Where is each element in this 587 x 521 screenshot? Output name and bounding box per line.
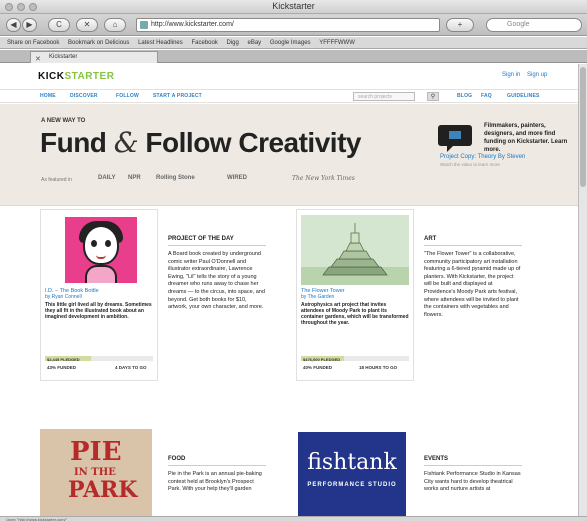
nav-start-project[interactable]: START A PROJECT bbox=[153, 93, 202, 99]
time-left: 4 DAYS TO GO bbox=[115, 365, 147, 370]
video-play-icon[interactable] bbox=[438, 125, 472, 152]
funded-percent: 40% FUNDED bbox=[303, 365, 333, 370]
site-favicon-icon bbox=[140, 21, 148, 29]
browser-toolbar: ◀ ▶ C ✕ ⌂ http://www.kickstarter.com/ + … bbox=[0, 14, 587, 36]
project-blurb: This little girl lived all by dreams. So… bbox=[45, 302, 152, 320]
section-heading: FOOD bbox=[168, 456, 266, 466]
bookmark-item[interactable]: Share on Facebook bbox=[7, 40, 59, 46]
project-image[interactable] bbox=[301, 215, 409, 285]
project-image[interactable] bbox=[45, 215, 153, 285]
park-word: PARK bbox=[68, 477, 138, 503]
nav-discover[interactable]: DISCOVER bbox=[70, 93, 98, 99]
press-logo: The New York Times bbox=[292, 175, 355, 182]
headline-fund: Fund bbox=[40, 127, 107, 158]
project-card[interactable]: I.D. – The Book Bottle by Ryan Connell T… bbox=[40, 209, 158, 381]
tab-label: Kickstarter bbox=[49, 54, 78, 60]
performance-studio-word: PERFORMANCE STUDIO bbox=[307, 482, 397, 488]
section-description: Pie in the Park is an annual pie-baking … bbox=[168, 471, 262, 493]
video-description: Filmmakers, painters, designers, and mor… bbox=[484, 123, 568, 153]
project-image[interactable]: PIE IN THE PARK bbox=[40, 429, 152, 516]
project-card[interactable]: fishtank PERFORMANCE STUDIO bbox=[298, 432, 416, 516]
pie-word: PIE bbox=[70, 437, 122, 467]
nav-home[interactable]: HOME bbox=[40, 93, 56, 99]
section-description: Fishtank Performance Studio in Kansas Ci… bbox=[424, 471, 521, 493]
project-card[interactable]: The Flower Tower by The Garden Astrophys… bbox=[296, 209, 414, 381]
headline-ampersand: & bbox=[113, 126, 139, 159]
funded-percent: 43% FUNDED bbox=[47, 365, 77, 370]
forward-button[interactable]: ▶ bbox=[22, 18, 37, 32]
time-left: 18 HOURS TO GO bbox=[359, 365, 398, 370]
hero-banner: A NEW WAY TO Fund & Follow Creativity As… bbox=[0, 104, 578, 206]
project-image[interactable]: fishtank PERFORMANCE STUDIO bbox=[298, 432, 406, 516]
section-heading: PROJECT OF THE DAY bbox=[168, 236, 266, 246]
bookmarks-bar: Share on Facebook Bookmark on Delicious … bbox=[0, 37, 587, 49]
logo-kick-text: KICK bbox=[38, 71, 65, 82]
bookmark-item[interactable]: Latest Headlines bbox=[138, 40, 183, 46]
nav-blog[interactable]: BLOG bbox=[457, 93, 472, 99]
home-button[interactable]: ⌂ bbox=[104, 18, 126, 32]
nav-faq[interactable]: FAQ bbox=[481, 93, 492, 99]
hero-tagline: A NEW WAY TO bbox=[41, 118, 86, 124]
press-logo: Rolling Stone bbox=[156, 175, 195, 181]
scrollbar-thumb[interactable] bbox=[580, 67, 586, 187]
bookmark-item[interactable]: Digg bbox=[226, 40, 238, 46]
tab-kickstarter[interactable]: ✕ Kickstarter bbox=[30, 51, 158, 63]
nav-follow[interactable]: FOLLOW bbox=[116, 93, 139, 99]
bookmark-item[interactable]: YFFFFWWW bbox=[319, 40, 355, 46]
fishtank-word: fishtank bbox=[307, 450, 397, 475]
section-heading: ART bbox=[424, 236, 522, 246]
search-icon[interactable]: ⚲ bbox=[427, 92, 439, 101]
stop-button[interactable]: ✕ bbox=[76, 18, 98, 32]
browser-search-field[interactable]: Google bbox=[486, 18, 582, 32]
pledged-amount: $476,000 PLEDGED bbox=[303, 357, 341, 362]
window-title: Kickstarter bbox=[272, 1, 315, 11]
bookmark-add-button[interactable]: + bbox=[446, 18, 474, 32]
reload-button[interactable]: C bbox=[48, 18, 70, 32]
video-link[interactable]: Project Copy: Theory By Steven bbox=[440, 154, 525, 160]
bookmark-item[interactable]: Facebook bbox=[191, 40, 217, 46]
address-bar[interactable]: http://www.kickstarter.com/ bbox=[136, 18, 440, 32]
sign-in-link[interactable]: Sign in bbox=[502, 72, 520, 78]
logo-starter-text: STARTER bbox=[64, 71, 115, 82]
project-creator-link[interactable]: by The Garden bbox=[301, 294, 334, 300]
section-description: "The Flower Tower" is a collaborative, c… bbox=[424, 251, 521, 318]
web-page: KICKSTARTER Sign in Sign up HOME DISCOVE… bbox=[0, 64, 578, 516]
site-search-input[interactable]: search projects bbox=[353, 92, 415, 101]
site-nav: HOME DISCOVER FOLLOW START A PROJECT sea… bbox=[0, 89, 578, 103]
press-label: As featured in bbox=[41, 177, 72, 183]
back-button[interactable]: ◀ bbox=[6, 18, 21, 32]
press-logo: WIRED bbox=[227, 175, 247, 181]
status-bar: Open "http://www.kickstarter.com/" bbox=[0, 516, 587, 521]
project-blurb: Astrophysics art project that invites at… bbox=[301, 302, 409, 326]
project-card[interactable]: PIE IN THE PARK bbox=[40, 429, 158, 516]
hero-headline: Fund & Follow Creativity bbox=[40, 126, 361, 159]
headline-follow-creativity: Follow Creativity bbox=[145, 127, 361, 158]
kickstarter-logo[interactable]: KICKSTARTER bbox=[38, 71, 114, 82]
nav-guidelines[interactable]: GUIDELINES bbox=[507, 93, 540, 99]
vertical-scrollbar[interactable] bbox=[578, 64, 587, 516]
site-header: KICKSTARTER Sign in Sign up bbox=[0, 64, 578, 88]
pyramid-illustration bbox=[322, 223, 388, 276]
bookmark-item[interactable]: eBay bbox=[248, 40, 262, 46]
video-subtext: Watch the video to learn more bbox=[440, 162, 500, 167]
section-description: A Board book created by underground comi… bbox=[168, 251, 265, 311]
bookmark-item[interactable]: Google Images bbox=[270, 40, 311, 46]
tab-strip: ✕ Kickstarter bbox=[0, 50, 587, 63]
pledged-amount: $2,445 PLEDGED bbox=[47, 357, 80, 362]
press-logo: DAILY bbox=[98, 175, 116, 181]
project-creator-link[interactable]: by Ryan Connell bbox=[45, 294, 82, 300]
address-url: http://www.kickstarter.com/ bbox=[151, 21, 234, 28]
sign-up-link[interactable]: Sign up bbox=[527, 72, 547, 78]
press-logo: NPR bbox=[128, 175, 141, 181]
window-title-bar: Kickstarter bbox=[0, 0, 587, 14]
section-heading: EVENTS bbox=[424, 456, 522, 466]
bookmark-item[interactable]: Bookmark on Delicious bbox=[68, 40, 129, 46]
